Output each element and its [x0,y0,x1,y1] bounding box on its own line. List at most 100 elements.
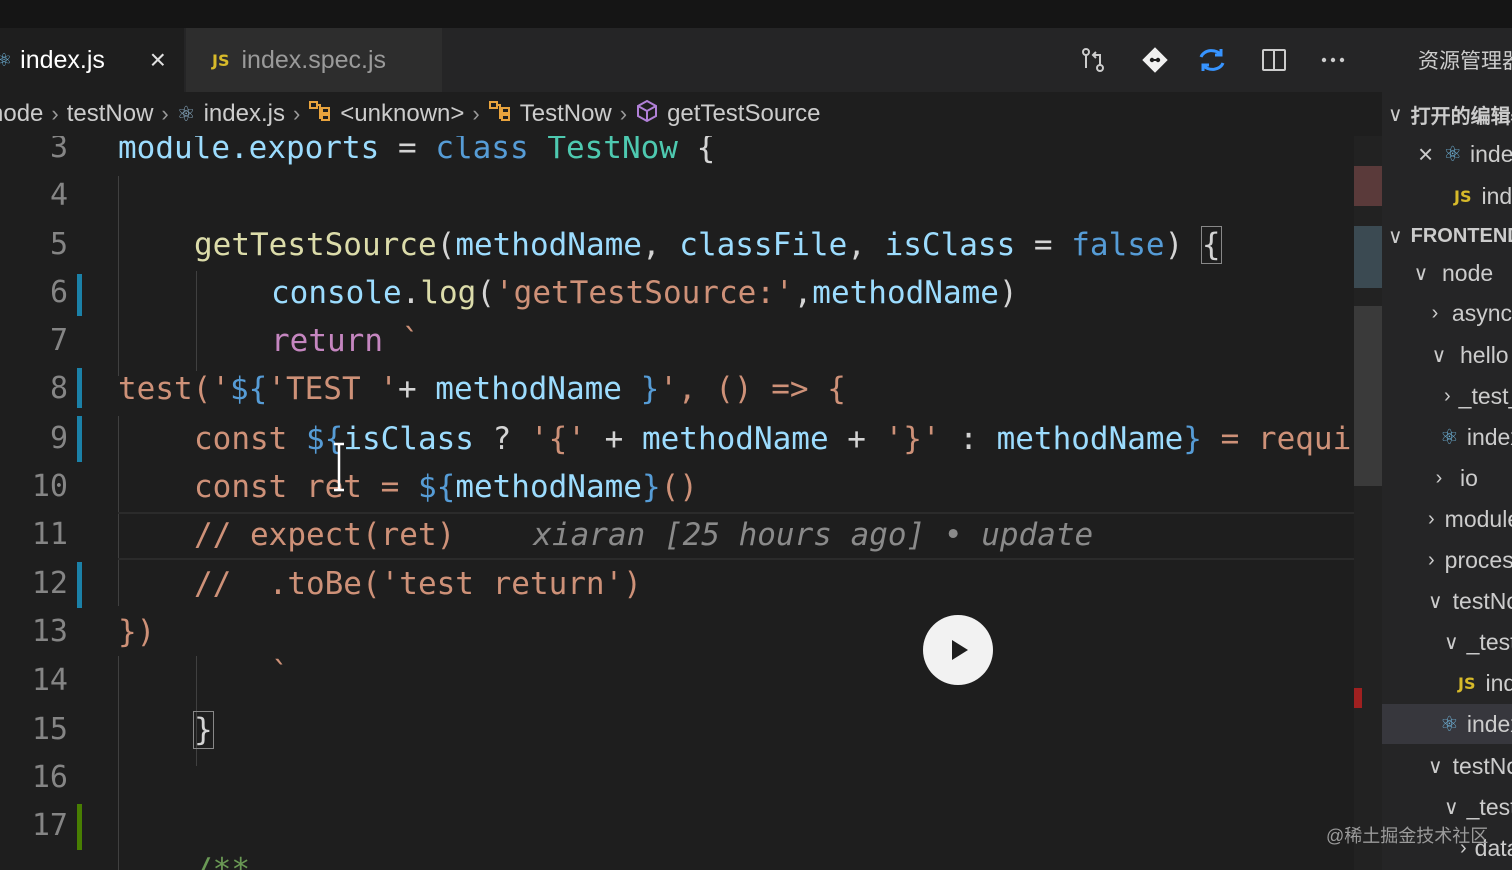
folder-item[interactable]: › async [1382,293,1512,333]
tab-label: index.js [20,45,105,74]
folder-label: testNow [1452,587,1512,614]
token: = [1015,227,1072,263]
token: 'getTestSource:' [495,275,794,311]
tab-index-spec-js[interactable]: JS index.spec.js [186,28,442,92]
token: + [828,421,885,457]
more-actions-icon[interactable] [1317,44,1349,76]
token: } [1183,421,1202,457]
token: // .toBe('test return') [194,566,642,602]
minimap-marker [1354,166,1382,206]
token: ` [382,323,421,359]
folder-item[interactable]: › _test_ [1382,376,1512,416]
folder-item[interactable]: ∨ testNow [1382,746,1512,786]
token: methodName [435,371,622,407]
token: module. [118,136,249,166]
chevron-down-icon: ∨ [1444,631,1459,654]
token: ( [436,227,456,263]
scrollbar-thumb[interactable] [1354,306,1382,486]
token: console [271,275,402,311]
symbol-class-icon [488,100,512,128]
chevron-down-icon: ∨ [1428,590,1443,613]
breadcrumb-item[interactable]: node [0,100,43,128]
play-icon [952,640,968,660]
token: methodName [641,421,829,457]
token: = requi [1201,421,1352,457]
token: const [194,421,306,457]
folder-item[interactable]: ∨ hello [1382,335,1512,375]
token: ', () => { [659,371,846,407]
workspace-header[interactable]: ∨ FRONTEND [1382,216,1512,256]
folder-label: async [1451,299,1512,326]
chevron-down-icon: ∨ [1413,262,1429,285]
token: , [641,227,680,263]
code-line: }) [118,614,155,650]
line-number: 15 [31,712,68,747]
bracket-match: { [1200,226,1222,264]
folder-label: io [1460,464,1478,491]
token: + [585,421,642,457]
indent-guide [118,656,119,870]
file-label: index.js [1466,423,1512,450]
line-number: 3 [49,136,68,165]
open-changes-icon[interactable] [1077,44,1109,76]
token: return [271,323,383,359]
section-label: FRONTEND [1410,224,1512,247]
chevron-down-icon: ∨ [1388,103,1403,126]
line-number: 8 [49,371,68,406]
breadcrumb-item[interactable]: TestNow [520,100,612,128]
tab-index-js[interactable]: ⚛ index.js × [0,28,184,92]
file-item-selected[interactable]: ⚛ index.js [1382,704,1512,744]
open-editor-item[interactable]: × ⚛ index.js [1382,134,1512,174]
folder-item[interactable]: › module [1382,499,1512,539]
breadcrumb-item[interactable]: testNow [67,100,154,128]
token: = [379,136,436,166]
token: methodName [455,469,642,505]
file-label: index.js [1470,140,1512,167]
close-icon[interactable]: × [150,44,166,76]
chevron-right-icon: › [1431,301,1439,324]
line-number: 17 [31,808,68,843]
file-item[interactable]: JS index.spec.js [1382,663,1512,703]
folder-item[interactable]: › io [1382,458,1512,498]
token: methodName [812,275,999,311]
line-number: 14 [31,663,68,698]
chevron-down-icon: ∨ [1431,344,1447,367]
folder-item[interactable]: ∨ testNow [1382,581,1512,621]
line-number: 6 [49,275,68,310]
token: , [793,275,813,311]
file-item[interactable]: ⚛ index.js [1382,417,1512,457]
code-editor[interactable]: 3 4 5 6 7 8 9 10 11 12 13 14 15 16 17 mo… [0,136,1382,870]
play-button[interactable] [923,615,993,685]
code-line: test('${'TEST '+ methodName }', () => { [118,371,846,407]
folder-item[interactable]: ∨ node [1382,253,1512,293]
token: 'TEST ' [267,371,398,407]
minimap[interactable] [1354,136,1382,870]
editor-tab-bar: ⚛ index.js × JS index.spec.js [0,28,1382,92]
indent-guide [196,271,197,371]
folder-item[interactable]: › process [1382,540,1512,580]
sync-icon[interactable] [1196,44,1228,76]
folder-item[interactable]: ∨ _test_ [1382,787,1512,827]
token: TestNow [547,136,678,166]
folder-item[interactable]: ∨ _test_ [1382,622,1512,662]
chevron-right-icon: › [292,101,301,126]
code-line: getTestSource(methodName, classFile, isC… [194,226,1222,264]
breadcrumb-item[interactable]: getTestSource [667,100,820,128]
open-editor-item[interactable]: JS index.spec.js [1382,176,1512,216]
breadcrumb-item[interactable]: index.js [204,100,285,128]
section-label: 打开的编辑器 [1410,105,1512,128]
file-label: index.spec.js [1485,669,1512,696]
git-icon[interactable] [1139,44,1171,76]
react-icon: ⚛ [176,102,196,126]
breadcrumb-item[interactable]: <unknown> [340,100,464,128]
split-editor-icon[interactable] [1258,44,1290,76]
open-editors-header[interactable]: ∨ 打开的编辑器 [1382,94,1512,134]
token: test(' [118,371,230,407]
token: ? [473,421,530,457]
code-line: const ${isClass ? '{' + methodName + '}'… [194,421,1351,457]
token: : [940,421,997,457]
close-icon[interactable]: × [1418,139,1433,170]
chevron-right-icon: › [51,101,59,126]
token: } [641,469,661,505]
line-number: 5 [49,227,68,262]
